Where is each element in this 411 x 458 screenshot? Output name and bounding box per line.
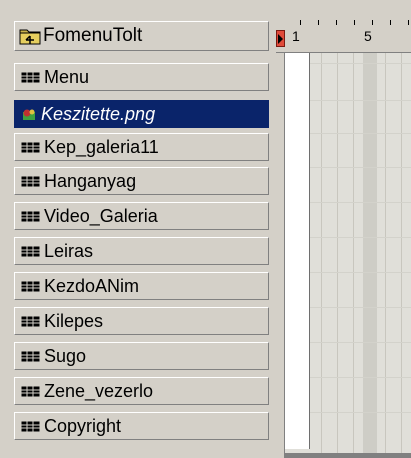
layer-icon: [21, 350, 40, 362]
layer-label: Menu: [44, 66, 90, 87]
layer-copyright[interactable]: Copyright: [14, 412, 269, 440]
layer-label: Keszitette.png: [41, 103, 156, 124]
layer-label: Kep_galeria11: [44, 136, 159, 157]
layer-label: Sugo: [44, 345, 87, 366]
layer-icon: [21, 280, 40, 292]
layer-icon: [21, 141, 40, 153]
frame-grid[interactable]: [284, 53, 411, 453]
frame-column-line: [321, 53, 322, 453]
layer-label: KezdoANim: [44, 275, 140, 296]
layer-icon: [21, 245, 40, 257]
frame-column-line: [385, 53, 386, 453]
frame-column-line: [337, 53, 338, 453]
layer-kilepes[interactable]: Kilepes: [14, 307, 269, 335]
layer-leiras[interactable]: Leiras: [14, 237, 269, 265]
layer-label: Video_Galeria: [44, 205, 158, 226]
keyframe-column[interactable]: [285, 53, 310, 449]
layer-zene-vezerlo[interactable]: Zene_vezerlo: [14, 377, 269, 405]
layer-label: Zene_vezerlo: [44, 380, 154, 401]
layers-panel: FomenuTolt Menu Keszitette.png Kep_galer…: [0, 0, 276, 458]
layer-menu[interactable]: Menu: [14, 63, 269, 91]
layer-folder-fomenutolt[interactable]: FomenuTolt: [14, 21, 269, 51]
frame-column-line: [353, 53, 354, 453]
frame-column-highlight: [363, 53, 377, 453]
layer-label: Copyright: [44, 415, 122, 436]
layer-keszitette-png[interactable]: Keszitette.png: [14, 100, 269, 128]
layer-icon: [21, 420, 40, 432]
layer-label: Hanganyag: [44, 170, 137, 191]
frame-column-line: [401, 53, 402, 453]
frame-ruler[interactable]: 1 5: [276, 20, 411, 53]
layer-label: FomenuTolt: [43, 25, 143, 46]
layer-label: Leiras: [44, 240, 94, 261]
layer-icon: [21, 315, 40, 327]
layer-kezdoanim[interactable]: KezdoANim: [14, 272, 269, 300]
timeline: 1 5: [276, 0, 411, 458]
layer-icon: [21, 71, 40, 83]
layer-sugo[interactable]: Sugo: [14, 342, 269, 370]
layer-kep-galeria11[interactable]: Kep_galeria11: [14, 133, 269, 161]
timeline-scroll-strip[interactable]: [284, 453, 411, 458]
layer-hanganyag[interactable]: Hanganyag: [14, 167, 269, 195]
layer-label: Kilepes: [44, 310, 104, 331]
ruler-ticks: [300, 20, 409, 25]
layer-icon: [21, 175, 40, 187]
layer-video-galeria[interactable]: Video_Galeria: [14, 202, 269, 230]
layer-icon: [21, 385, 40, 397]
folder-icon: [19, 29, 41, 45]
layer-icon: [21, 210, 40, 222]
bitmap-icon: [23, 109, 35, 120]
